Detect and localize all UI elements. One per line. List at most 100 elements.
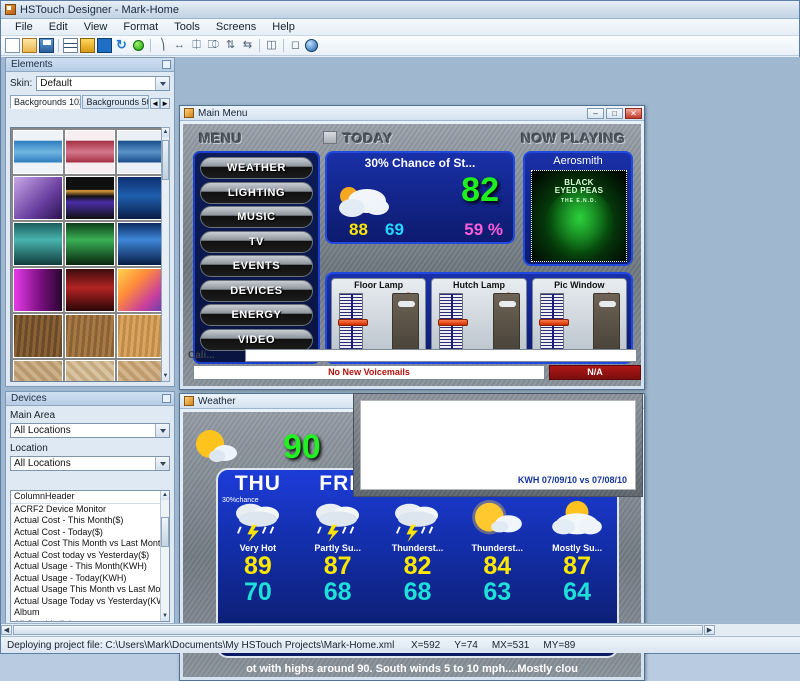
thumbnail-bg-wood-dark[interactable] xyxy=(13,314,63,358)
thumbnail-bg-navy-band[interactable] xyxy=(117,130,167,174)
devices-list-scrollbar[interactable]: ▲ ▼ xyxy=(160,491,169,621)
caller-id-field[interactable] xyxy=(245,349,637,362)
lamp-switch[interactable] xyxy=(392,293,420,352)
list-item[interactable]: Actual Usage Today vs Yesterday(KWH) xyxy=(11,596,169,608)
menu-item-format[interactable]: Format xyxy=(115,20,166,34)
now-playing-tile[interactable]: Aerosmith BLACK EYED PEAS THE E.N.D. xyxy=(523,151,633,266)
thumbnail-bg-blue-band[interactable] xyxy=(13,130,63,174)
lamp-controls[interactable]: Floor Lamp0Hutch Lamp0Pic Window0 xyxy=(331,278,627,358)
lamp-switch[interactable] xyxy=(592,293,620,352)
align-bottom-icon[interactable]: ⎅ xyxy=(189,38,204,53)
lamp-control[interactable]: Floor Lamp0 xyxy=(331,278,427,358)
scroll-left-icon[interactable]: ◀ xyxy=(1,625,12,635)
lamp-slider[interactable] xyxy=(438,293,469,352)
align-center-icon[interactable]: ⎞ xyxy=(155,38,170,53)
thumbnail-bg-wood-light[interactable] xyxy=(117,314,167,358)
list-item[interactable]: Actual Usage This Month vs Last Month(K.… xyxy=(11,584,169,596)
thumbnail-bg-purple[interactable] xyxy=(13,176,63,220)
list-item[interactable]: Actual Usage - Today(KWH) xyxy=(11,573,169,585)
pin-icon[interactable] xyxy=(162,394,171,403)
library-icon[interactable] xyxy=(80,38,95,53)
web-icon[interactable] xyxy=(305,39,318,52)
status-badge[interactable]: N/A xyxy=(549,365,641,380)
menu-item-tools[interactable]: Tools xyxy=(166,20,208,34)
align-right-icon[interactable]: ⎄ xyxy=(206,38,221,53)
menu-button-weather[interactable]: WEATHER xyxy=(200,157,313,179)
menu-button-music[interactable]: MUSIC xyxy=(200,206,313,228)
menu-button-devices[interactable]: DEVICES xyxy=(200,279,313,302)
scroll-down-icon[interactable]: ▼ xyxy=(161,612,169,621)
lamp-switch[interactable] xyxy=(492,293,520,352)
tab-scroll-left-icon[interactable]: ◄ xyxy=(150,98,161,109)
list-item[interactable]: Actual Cost - Today($) xyxy=(11,527,169,539)
tab-backgrounds-1024[interactable]: Backgrounds 1024x768 xyxy=(10,95,82,109)
maximize-button[interactable]: □ xyxy=(606,107,623,119)
thumbnail-bg-blue-dark[interactable] xyxy=(117,176,167,220)
thumbnail-bg-green-strip[interactable] xyxy=(65,222,115,266)
save-icon[interactable] xyxy=(39,38,54,53)
list-item[interactable]: Actual Usage - This Month(KWH) xyxy=(11,561,169,573)
thumbnail-bg-teal-strip[interactable] xyxy=(13,222,63,266)
run-icon[interactable] xyxy=(133,40,144,51)
main-area-select[interactable]: All Locations xyxy=(10,423,170,438)
background-thumbnail-grid[interactable] xyxy=(10,127,170,382)
voicemail-status[interactable]: No New Voicemails xyxy=(193,365,545,380)
menu-button-energy[interactable]: ENERGY xyxy=(200,304,313,326)
lamp-control[interactable]: Pic Window0 xyxy=(531,278,627,358)
pin-icon[interactable] xyxy=(162,60,171,69)
ungroup-icon[interactable]: ◻ xyxy=(288,38,303,53)
group-icon[interactable]: ◫ xyxy=(264,38,279,53)
lamp-slider[interactable] xyxy=(538,293,569,352)
lamp-slider[interactable] xyxy=(338,293,368,352)
open-file-icon[interactable] xyxy=(22,38,37,53)
hscroll-thumb[interactable] xyxy=(13,625,703,635)
menu-button-lighting[interactable]: LIGHTING xyxy=(200,181,313,204)
menu-item-screens[interactable]: Screens xyxy=(208,20,264,34)
scroll-down-icon[interactable]: ▼ xyxy=(162,372,169,381)
list-item[interactable]: ACRF2 Device Monitor xyxy=(11,504,169,516)
main-menu-canvas[interactable]: MENU TODAY NOW PLAYING AREA LIGHTING WEA… xyxy=(183,124,641,386)
tab-backgrounds-500[interactable]: Backgrounds 500x20( xyxy=(82,95,150,109)
refresh-icon[interactable]: ↻ xyxy=(114,38,129,53)
scroll-up-icon[interactable]: ▲ xyxy=(161,491,169,500)
list-item[interactable]: Album xyxy=(11,607,169,619)
tab-scroll-right-icon[interactable]: ► xyxy=(160,98,170,109)
list-item[interactable]: Actual Cost This Month vs Last Month($) xyxy=(11,538,169,550)
list-item[interactable]: Actual Cost - This Month($) xyxy=(11,515,169,527)
minimize-button[interactable]: – xyxy=(587,107,604,119)
energy-chart-window[interactable]: KWH 07/09/10 vs 07/08/10 xyxy=(353,393,643,497)
list-column-header[interactable]: ColumnHeader xyxy=(11,491,169,504)
menu-item-file[interactable]: File xyxy=(7,20,41,34)
album-art[interactable]: BLACK EYED PEAS THE E.N.D. xyxy=(531,170,627,262)
thumbnail-bg-marble[interactable] xyxy=(65,360,115,381)
elements-scrollbar[interactable]: ▲ ▼ xyxy=(161,127,170,382)
lamp-control[interactable]: Hutch Lamp0 xyxy=(431,278,527,358)
thumbnail-bg-magenta[interactable] xyxy=(13,268,63,312)
location-select[interactable]: All Locations xyxy=(10,456,170,471)
menu-button-events[interactable]: EVENTS xyxy=(200,255,313,277)
thumbnail-bg-red-band[interactable] xyxy=(65,130,115,174)
thumbnail-bg-red-dark[interactable] xyxy=(65,268,115,312)
main-menu-button-column[interactable]: WEATHER LIGHTING MUSIC TV EVENTS DEVICES ENERG… xyxy=(193,151,320,364)
thumbnail-bg-rainbow[interactable] xyxy=(117,268,167,312)
close-button[interactable]: ✕ xyxy=(625,107,642,119)
screen-icon[interactable] xyxy=(97,38,112,53)
menu-item-view[interactable]: View xyxy=(76,20,116,34)
skin-select[interactable]: Default xyxy=(36,76,170,91)
scroll-up-icon[interactable]: ▲ xyxy=(162,128,169,137)
thumbnail-bg-sand[interactable] xyxy=(117,360,167,381)
scroll-right-icon[interactable]: ▶ xyxy=(704,625,715,635)
thumbnail-bg-black-orange[interactable] xyxy=(65,176,115,220)
main-menu-screen-window[interactable]: Main Menu – □ ✕ MENU TODAY NOW PLAYING A… xyxy=(179,105,645,390)
scroll-thumb[interactable] xyxy=(162,140,169,180)
menu-button-video[interactable]: VIDEO xyxy=(200,328,313,351)
menu-item-help[interactable]: Help xyxy=(264,20,303,34)
distribute-v-icon[interactable]: ⇆ xyxy=(240,38,255,53)
thumbnail-bg-stone-tan[interactable] xyxy=(13,360,63,381)
thumbnail-bg-wood-medium[interactable] xyxy=(65,314,115,358)
menu-button-tv[interactable]: TV xyxy=(200,230,313,253)
list-item[interactable]: Actual Cost today vs Yesterday($) xyxy=(11,550,169,562)
menu-item-edit[interactable]: Edit xyxy=(41,20,76,34)
thumbnail-bg-blue-strip[interactable] xyxy=(117,222,167,266)
new-file-icon[interactable] xyxy=(5,38,20,53)
